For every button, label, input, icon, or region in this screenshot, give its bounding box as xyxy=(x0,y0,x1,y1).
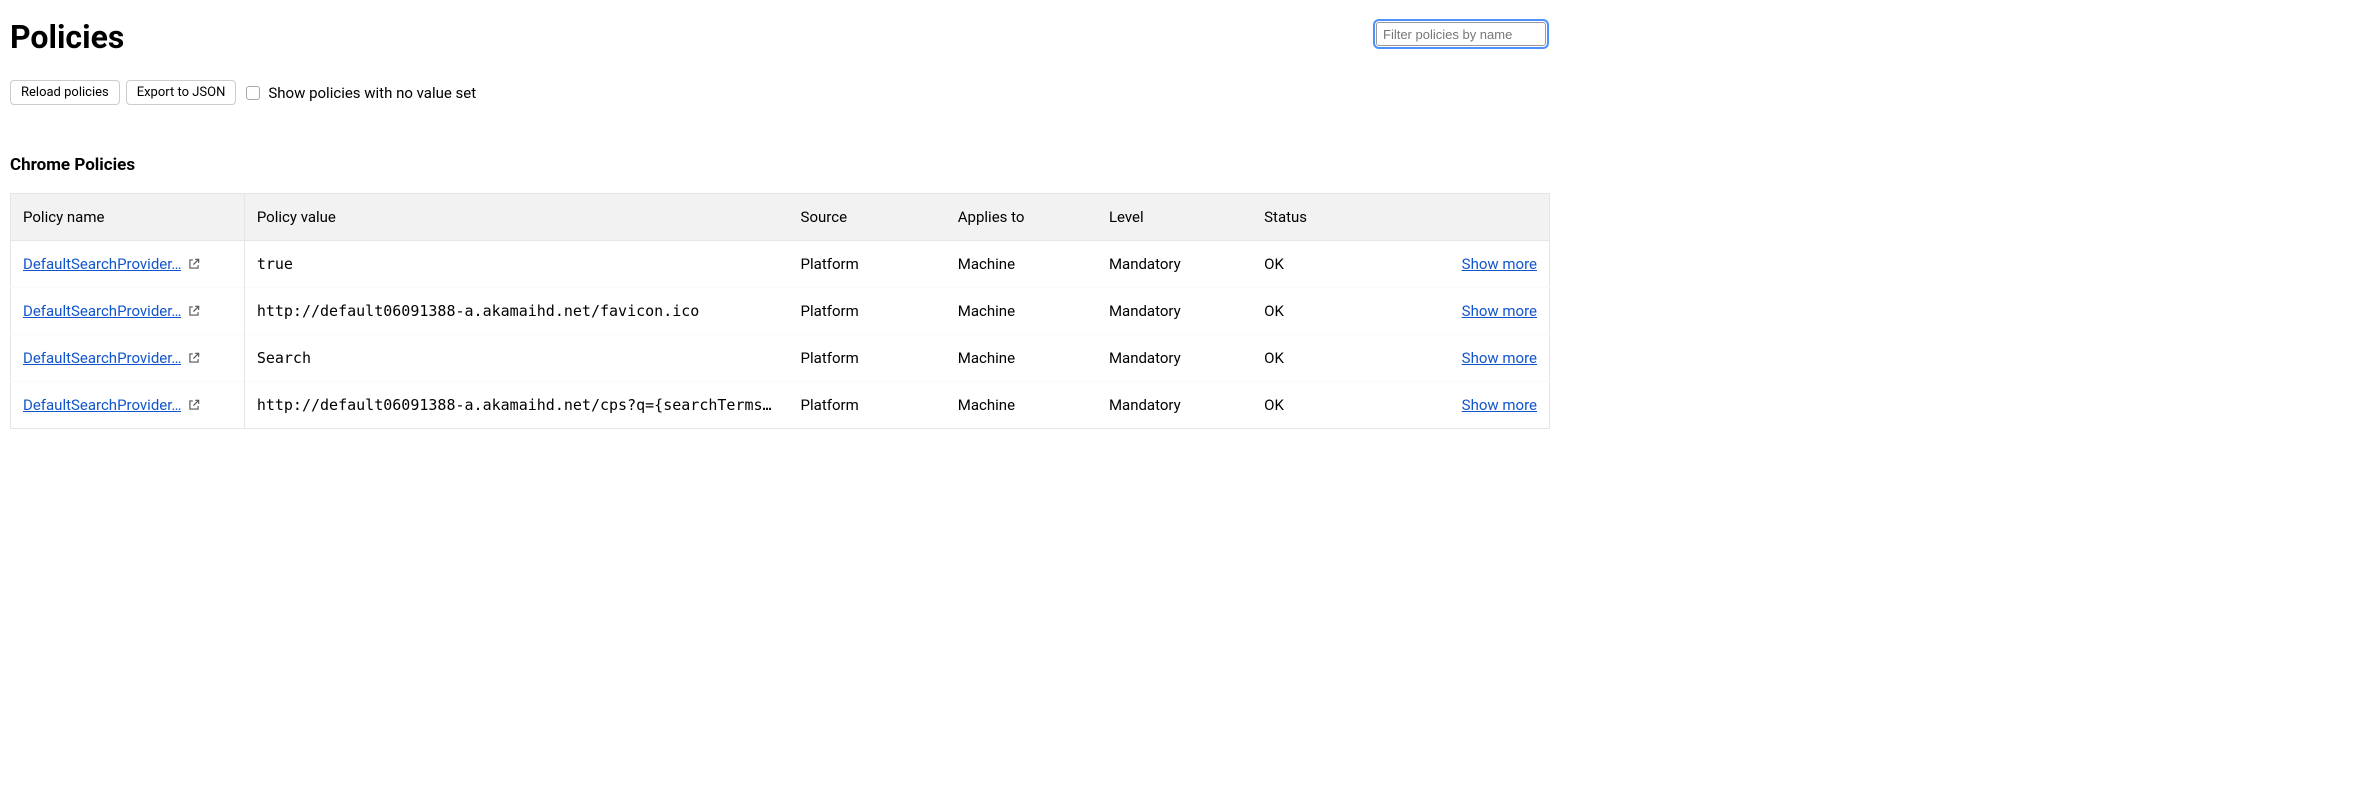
policy-status: OK xyxy=(1252,335,1408,382)
policy-name-link[interactable]: DefaultSearchProvider… xyxy=(23,349,181,367)
show-no-value-text: Show policies with no value set xyxy=(268,84,476,102)
page-title: Policies xyxy=(10,18,124,56)
policy-level: Mandatory xyxy=(1097,335,1252,382)
col-applies: Applies to xyxy=(946,194,1097,241)
external-link-icon xyxy=(187,257,201,271)
toolbar: Reload policies Export to JSON Show poli… xyxy=(10,80,1550,105)
policy-value: Search xyxy=(244,335,788,382)
external-link-icon xyxy=(187,398,201,412)
show-no-value-label[interactable]: Show policies with no value set xyxy=(246,84,476,102)
reload-policies-button[interactable]: Reload policies xyxy=(10,80,120,105)
policy-name-link[interactable]: DefaultSearchProvider… xyxy=(23,255,181,273)
col-source: Source xyxy=(789,194,946,241)
policies-table: Policy name Policy value Source Applies … xyxy=(10,193,1550,429)
policy-source: Platform xyxy=(789,382,946,429)
show-more-link[interactable]: Show more xyxy=(1420,255,1537,273)
table-row: DefaultSearchProvider… http://default0609… xyxy=(11,382,1550,429)
table-row: DefaultSearchProvider… SearchPlatformMach… xyxy=(11,335,1550,382)
policy-applies: Machine xyxy=(946,241,1097,288)
policy-name-link[interactable]: DefaultSearchProvider… xyxy=(23,302,181,320)
policy-applies: Machine xyxy=(946,335,1097,382)
policy-status: OK xyxy=(1252,241,1408,288)
policy-applies: Machine xyxy=(946,288,1097,335)
policy-value: true xyxy=(244,241,788,288)
table-row: DefaultSearchProvider… truePlatformMachin… xyxy=(11,241,1550,288)
policy-level: Mandatory xyxy=(1097,288,1252,335)
policy-status: OK xyxy=(1252,288,1408,335)
show-more-link[interactable]: Show more xyxy=(1420,302,1537,320)
table-row: DefaultSearchProvider… http://default0609… xyxy=(11,288,1550,335)
section-title: Chrome Policies xyxy=(10,155,1550,175)
col-policy-value: Policy value xyxy=(244,194,788,241)
show-no-value-checkbox[interactable] xyxy=(246,86,260,100)
col-status: Status xyxy=(1252,194,1408,241)
policy-name-link[interactable]: DefaultSearchProvider… xyxy=(23,396,181,414)
col-level: Level xyxy=(1097,194,1252,241)
policy-source: Platform xyxy=(789,288,946,335)
external-link-icon xyxy=(187,351,201,365)
policy-status: OK xyxy=(1252,382,1408,429)
show-more-link[interactable]: Show more xyxy=(1420,349,1537,367)
policy-source: Platform xyxy=(789,335,946,382)
policy-value: http://default06091388-a.akamaihd.net/cp… xyxy=(244,382,788,429)
policy-applies: Machine xyxy=(946,382,1097,429)
policy-value: http://default06091388-a.akamaihd.net/fa… xyxy=(244,288,788,335)
filter-policies-input[interactable] xyxy=(1376,22,1546,46)
external-link-icon xyxy=(187,304,201,318)
policy-source: Platform xyxy=(789,241,946,288)
export-json-button[interactable]: Export to JSON xyxy=(126,80,237,105)
col-policy-name: Policy name xyxy=(11,194,245,241)
policy-level: Mandatory xyxy=(1097,241,1252,288)
policy-level: Mandatory xyxy=(1097,382,1252,429)
show-more-link[interactable]: Show more xyxy=(1420,396,1537,414)
table-header-row: Policy name Policy value Source Applies … xyxy=(11,194,1550,241)
col-action xyxy=(1408,194,1549,241)
